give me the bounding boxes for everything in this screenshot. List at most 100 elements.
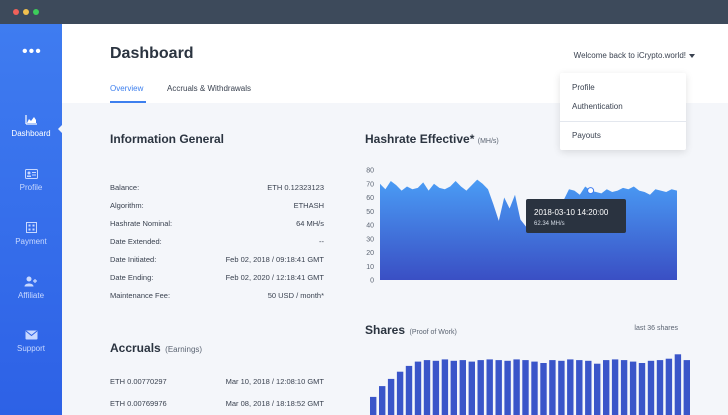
share-bar [665, 358, 673, 415]
share-bar [495, 360, 502, 415]
share-bar [531, 361, 538, 415]
section-subtitle: (Earnings) [165, 345, 203, 354]
y-tick-label: 50 [366, 209, 374, 216]
info-row: Date Initiated: Feb 02, 2018 / 09:18:41 G… [110, 255, 324, 264]
info-label: Algorithm: [110, 201, 144, 210]
y-tick-label: 60 [366, 195, 374, 202]
sidebar-item-label: Payment [15, 237, 47, 246]
user-plus-icon [24, 276, 37, 287]
active-tab-indicator [110, 101, 146, 103]
id-card-icon [24, 169, 38, 179]
sidebar-item-profile[interactable]: Profile [0, 169, 62, 192]
info-row: Balance: ETH 0.12323123 [110, 183, 324, 192]
app-window: ••• Dashboard Profile Payment Affiliate … [0, 0, 728, 415]
dropdown-item-authentication[interactable]: Authentication [572, 102, 623, 111]
info-label: Maintenance Fee: [110, 291, 171, 300]
accrual-date: Mar 08, 2018 / 18:18:52 GMT [225, 399, 324, 408]
envelope-icon [25, 330, 37, 340]
share-bar [396, 371, 404, 415]
y-tick-label: 30 [366, 236, 374, 243]
user-menu-toggle[interactable]: Welcome back to iCrypto.world! [574, 51, 686, 60]
info-value: 64 MH/s [296, 219, 324, 228]
accrual-amount: ETH 0.00770297 [110, 377, 167, 386]
sidebar-item-payment[interactable]: Payment [0, 222, 62, 246]
info-row: Date Extended: -- [110, 237, 324, 246]
share-bar [459, 360, 466, 415]
shares-caption: last 36 shares [634, 325, 678, 332]
tab-overview[interactable]: Overview [110, 84, 143, 93]
info-label: Date Ending: [110, 273, 154, 282]
hover-point [587, 187, 595, 195]
share-bar [656, 360, 664, 415]
share-bar [603, 360, 610, 415]
shares-heading: Shares (Proof of Work) [365, 321, 457, 339]
share-bar [638, 363, 646, 415]
info-row: Date Ending: Feb 02, 2020 / 12:18:41 GMT [110, 273, 324, 282]
sidebar: ••• Dashboard Profile Payment Affiliate … [0, 24, 63, 415]
share-bar [370, 396, 377, 415]
sidebar-item-dashboard[interactable]: Dashboard [0, 114, 62, 138]
y-tick-label: 70 [366, 181, 374, 188]
sidebar-item-label: Support [16, 344, 46, 353]
close-window-dot[interactable] [13, 9, 19, 15]
area-chart-icon [24, 115, 37, 125]
y-tick-label: 0 [370, 278, 374, 285]
info-label: Balance: [110, 183, 140, 192]
page-title: Dashboard [110, 45, 194, 62]
menu-dots-icon[interactable]: ••• [22, 44, 42, 60]
chevron-down-icon[interactable] [689, 54, 695, 58]
section-title: Information General [110, 132, 225, 146]
info-label: Date Extended: [110, 237, 162, 246]
share-bar [683, 360, 690, 415]
info-value: Feb 02, 2020 / 12:18:41 GMT [225, 273, 324, 282]
y-tick-label: 20 [366, 250, 374, 257]
window-titlebar [0, 0, 728, 24]
section-title: Shares [365, 323, 406, 337]
accrual-row: ETH 0.00769976 Mar 08, 2018 / 18:18:52 GM… [110, 399, 324, 408]
shares-chart [370, 354, 690, 415]
share-bar [647, 360, 655, 415]
y-tick-label: 80 [366, 168, 374, 175]
share-bar [379, 386, 386, 415]
share-bar [522, 360, 529, 415]
accrual-row: ETH 0.00770297 Mar 10, 2018 / 12:08:10 GM… [110, 377, 324, 386]
sidebar-item-label: Profile [19, 183, 43, 192]
payment-icon [25, 222, 37, 233]
section-title: Accruals [110, 341, 161, 355]
share-bar [432, 360, 440, 415]
chart-unit: (MH/s) [477, 138, 499, 145]
sidebar-item-support[interactable]: Support [0, 330, 62, 353]
dropdown-item-profile[interactable]: Profile [572, 83, 595, 92]
share-bar [629, 361, 637, 415]
share-bar [468, 361, 475, 415]
sidebar-item-label: Dashboard [11, 129, 51, 138]
accrual-amount: ETH 0.00769976 [110, 399, 167, 408]
share-bar [504, 360, 511, 415]
share-bar [674, 354, 682, 415]
maximize-window-dot[interactable] [33, 9, 39, 15]
info-row: Maintenance Fee: 50 USD / month* [110, 291, 324, 300]
share-bar [477, 360, 484, 415]
share-bar [486, 359, 493, 415]
info-label: Hashrate Nominal: [110, 219, 173, 228]
share-bar [576, 360, 583, 415]
share-bar [611, 359, 619, 415]
info-value: 50 USD / month* [267, 291, 324, 300]
minimize-window-dot[interactable] [23, 9, 29, 15]
info-value: ETHASH [293, 201, 324, 210]
chart-title-text: Hashrate Effective* [365, 132, 475, 146]
accrual-date: Mar 10, 2018 / 12:08:10 GMT [225, 377, 324, 386]
share-bar [441, 359, 449, 415]
user-dropdown-menu: Profile Authentication Payouts [560, 73, 686, 150]
dropdown-item-payouts[interactable]: Payouts [572, 131, 601, 140]
share-bar [549, 360, 556, 415]
sidebar-item-affiliate[interactable]: Affiliate [0, 276, 62, 300]
info-value: ETH 0.12323123 [267, 183, 324, 192]
y-tick-label: 40 [366, 223, 374, 230]
share-bar [585, 360, 592, 415]
active-indicator [58, 124, 63, 134]
share-bar [558, 360, 565, 415]
share-bar [540, 363, 547, 415]
share-bar [405, 365, 413, 415]
tab-accruals-withdrawals[interactable]: Accruals & Withdrawals [167, 84, 251, 93]
